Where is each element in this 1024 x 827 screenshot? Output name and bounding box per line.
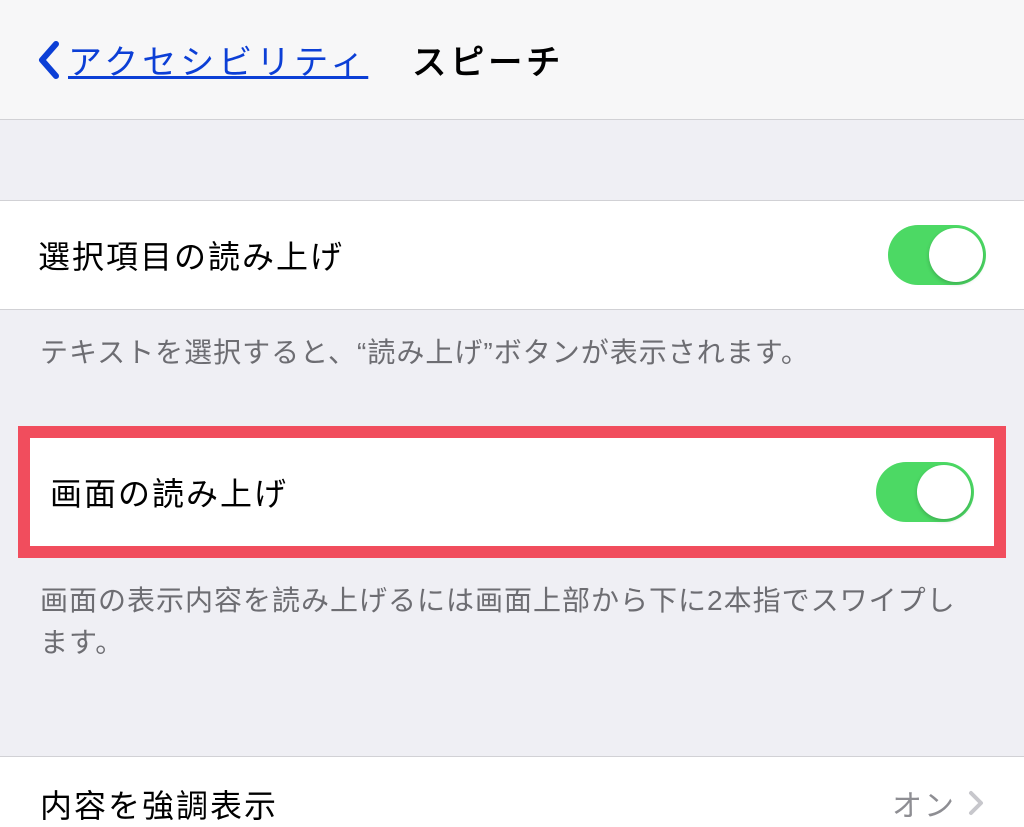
- chevron-back-icon: [36, 40, 60, 80]
- toggle-speak-screen[interactable]: [876, 462, 974, 522]
- chevron-right-icon: [968, 790, 984, 816]
- description-speak-selection: テキストを選択すると、“読み上げ”ボタンが表示されます。: [0, 310, 1024, 396]
- row-speak-selection: 選択項目の読み上げ: [0, 200, 1024, 310]
- value-group: オン: [892, 781, 984, 825]
- highlight-box: 画面の読み上げ: [18, 426, 1006, 558]
- toggle-knob: [917, 465, 971, 519]
- row-highlight-content[interactable]: 内容を強調表示 オン: [0, 756, 1024, 827]
- nav-bar: アクセシビリティ スピーチ: [0, 0, 1024, 120]
- row-label: 選択項目の読み上げ: [38, 232, 344, 278]
- toggle-knob: [929, 228, 983, 282]
- page-title: スピーチ: [412, 35, 564, 84]
- back-label: アクセシビリティ: [68, 35, 368, 84]
- row-label: 画面の読み上げ: [50, 469, 288, 515]
- row-label: 内容を強調表示: [40, 781, 278, 827]
- back-button[interactable]: アクセシビリティ: [36, 35, 368, 84]
- toggle-speak-selection[interactable]: [888, 225, 986, 285]
- row-speak-screen: 画面の読み上げ: [30, 438, 994, 546]
- description-speak-screen: 画面の表示内容を読み上げるには画面上部から下に2本指でスワイプします。: [0, 558, 1024, 686]
- section-speak-selection: 選択項目の読み上げ テキストを選択すると、“読み上げ”ボタンが表示されます。: [0, 200, 1024, 396]
- value-text: オン: [892, 781, 956, 825]
